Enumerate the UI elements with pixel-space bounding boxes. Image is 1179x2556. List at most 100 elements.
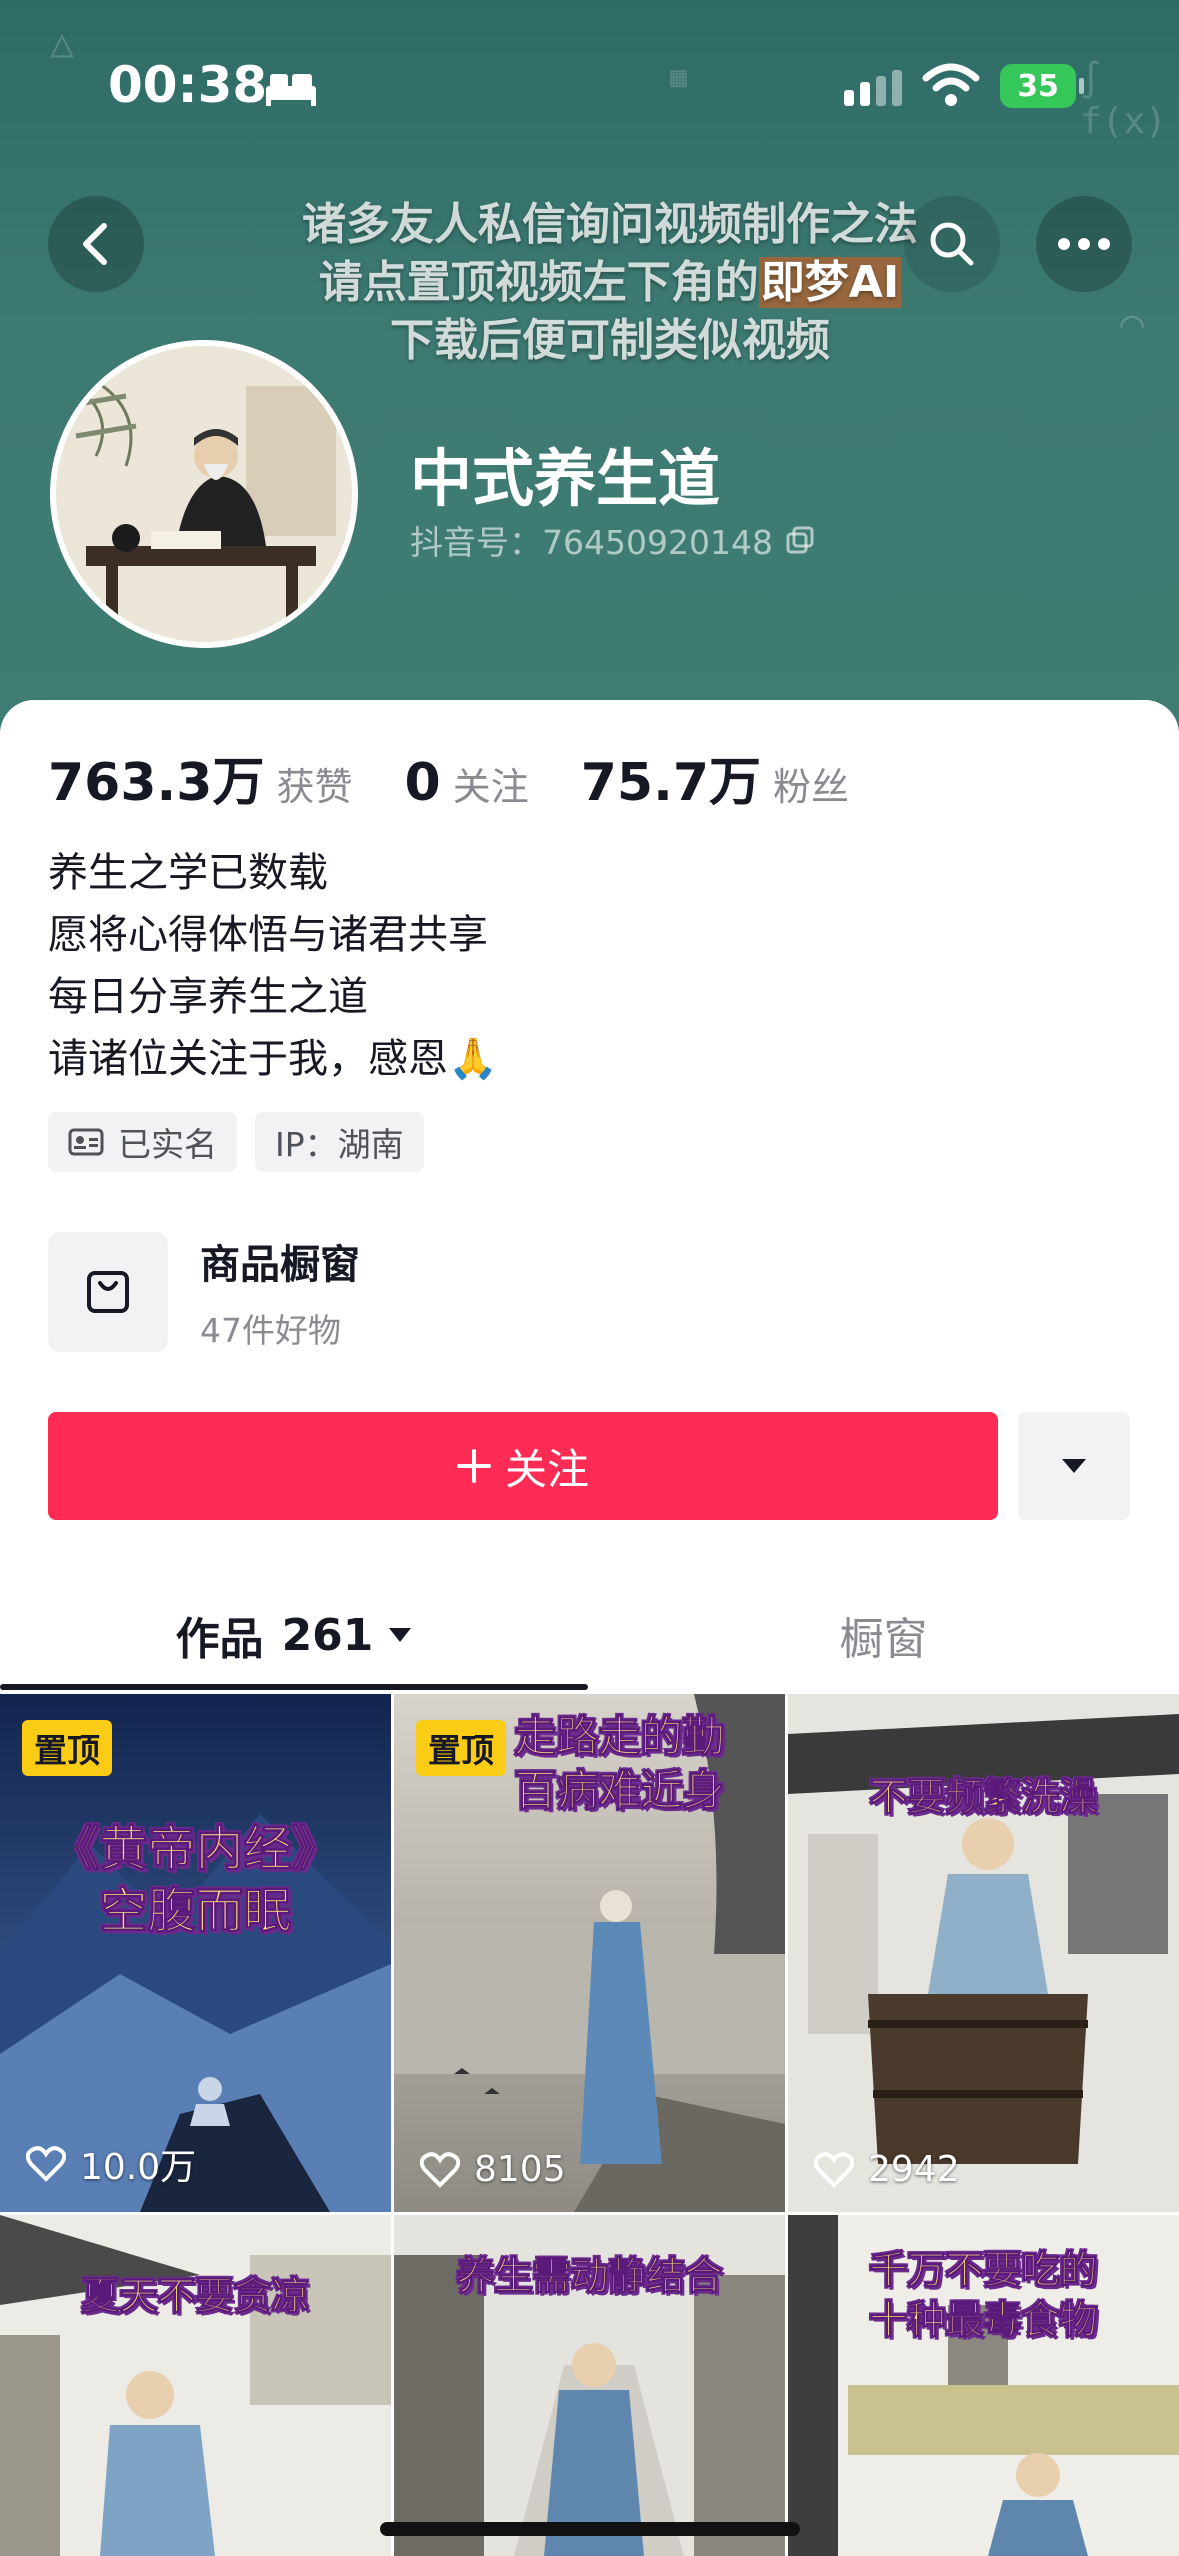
- shopping-bag-icon: [87, 1271, 129, 1313]
- stat-value: 763.3万: [48, 753, 265, 813]
- chevron-left-icon: [83, 223, 107, 265]
- status-time: 00:38: [108, 56, 268, 114]
- verified-tag[interactable]: 已实名: [48, 1112, 237, 1172]
- status-bar: 00:38 35: [0, 0, 1179, 170]
- content-tabs: 作品 261 橱窗: [0, 1580, 1179, 1690]
- home-indicator[interactable]: [380, 2522, 800, 2536]
- search-icon: [930, 222, 974, 266]
- stat-likes[interactable]: 763.3万 获赞: [48, 740, 353, 815]
- decorative-doodle: ⌒: [1120, 300, 1145, 346]
- profile-tags: 已实名 IP：湖南: [48, 1112, 424, 1172]
- video-thumbnail[interactable]: 夏天不要贪凉: [0, 2215, 391, 2556]
- caption-line: 千万不要吃的: [869, 2248, 1098, 2293]
- battery-icon: 35: [1000, 64, 1084, 108]
- bio-line: 每日分享养生之道: [48, 974, 368, 1020]
- search-button[interactable]: [904, 196, 1000, 292]
- heart-icon: [814, 2151, 854, 2188]
- video-grid: 置顶 《黄帝内经》 空腹而眠 10.0万 置顶 走路走的勤 百病难近身 8105…: [0, 1694, 1179, 2556]
- video-thumbnail[interactable]: 养生需动静结合: [394, 2215, 785, 2556]
- shop-icon-box: [48, 1232, 168, 1352]
- bio-line: 养生之学已数载: [48, 850, 328, 896]
- thumbnail-caption: 不要频繁洗澡: [788, 1772, 1179, 1822]
- stat-value: 0: [404, 753, 441, 813]
- bio-line: 愿将心得体悟与诸君共享: [48, 912, 488, 958]
- pinned-notice-overlay: 诸多友人私信询问视频制作之法 请点置顶视频左下角的即梦AI 下载后便可制类似视频: [230, 196, 990, 370]
- more-options-button[interactable]: [1036, 196, 1132, 292]
- cellular-signal-icon: [844, 70, 902, 106]
- caption-line: 空腹而眠: [99, 1883, 292, 1940]
- stat-label: 粉丝: [773, 765, 850, 809]
- shop-text: 商品橱窗 47件好物: [200, 1232, 360, 1352]
- more-actions-dropdown[interactable]: [1018, 1412, 1130, 1520]
- stat-label: 关注: [452, 765, 529, 809]
- pinned-badge: 置顶: [22, 1720, 112, 1776]
- ip-location-label: IP：湖南: [275, 1125, 404, 1164]
- shop-title: 商品橱窗: [200, 1242, 360, 1288]
- heart-icon: [26, 2146, 66, 2182]
- avatar[interactable]: [50, 340, 358, 648]
- thumbnail-caption: 夏天不要贪凉: [0, 2271, 391, 2321]
- tab-shop-window[interactable]: 橱窗: [589, 1580, 1178, 1690]
- caption-line: 夏天不要贪凉: [81, 2274, 310, 2319]
- caption-line: 百病难近身: [514, 1766, 725, 1816]
- caret-down-icon: [1062, 1459, 1086, 1473]
- shop-window-entry[interactable]: 商品橱窗 47件好物: [48, 1232, 1128, 1352]
- copy-icon[interactable]: [785, 525, 815, 555]
- caption-line: 走路走的勤: [514, 1712, 725, 1762]
- verified-tag-label: 已实名: [118, 1125, 217, 1164]
- notice-line-3: 下载后便可制类似视频: [390, 315, 830, 366]
- notice-line-1: 诸多友人私信询问视频制作之法: [302, 199, 918, 250]
- tab-works-count: 261: [281, 1609, 374, 1661]
- back-button[interactable]: [48, 196, 144, 292]
- like-count: 2942: [814, 2149, 960, 2190]
- thumbnail-caption: 千万不要吃的 十种最毒食物: [788, 2245, 1179, 2345]
- caption-line: 养生需动静结合: [456, 2254, 723, 2299]
- thumbnail-caption: 走路走的勤 百病难近身: [394, 1710, 785, 1818]
- profile-header: △ ∫ f(x) ▦ ⌒ 00:38 35 诸多友人私信询问视频制作之法 请点置…: [0, 0, 1179, 730]
- video-thumbnail[interactable]: 千万不要吃的 十种最毒食物: [788, 2215, 1179, 2556]
- caption-line: 《黄帝内经》: [51, 1821, 340, 1878]
- active-tab-indicator: [0, 1684, 588, 1690]
- heart-icon: [420, 2151, 460, 2188]
- video-thumbnail[interactable]: 不要频繁洗澡 2942: [788, 1694, 1179, 2212]
- like-count: 10.0万: [26, 2138, 196, 2190]
- plus-icon: [456, 1449, 491, 1483]
- like-count-value: 2942: [868, 2149, 960, 2190]
- douyin-id[interactable]: 抖音号：76450920148: [410, 516, 815, 564]
- caption-line: 不要频繁洗澡: [869, 1775, 1098, 1820]
- notice-highlight: 即梦AI: [758, 257, 902, 308]
- video-thumbnail[interactable]: 置顶 《黄帝内经》 空腹而眠 10.0万: [0, 1694, 391, 2212]
- stat-following[interactable]: 0 关注: [405, 753, 529, 813]
- wifi-icon: [922, 63, 980, 106]
- thumbnail-caption: 养生需动静结合: [394, 2251, 785, 2301]
- like-count: 8105: [420, 2149, 566, 2190]
- thumbnail-image: [0, 2215, 391, 2556]
- like-count-value: 10.0万: [80, 2147, 197, 2188]
- follow-button[interactable]: 关注: [48, 1412, 998, 1520]
- battery-level: 35: [1017, 68, 1059, 104]
- tab-works[interactable]: 作品 261: [0, 1580, 589, 1690]
- profile-bio: 养生之学已数载 愿将心得体悟与诸君共享 每日分享养生之道 请诸位关注于我，感恩🙏: [48, 842, 498, 1090]
- stat-value: 75.7万: [580, 753, 762, 813]
- caret-down-icon: [389, 1628, 412, 1642]
- caption-line: 十种最毒食物: [869, 2298, 1098, 2343]
- douyin-id-text: 抖音号：76450920148: [410, 523, 773, 562]
- more-dots-icon: [1058, 238, 1110, 250]
- thumbnail-caption: 《黄帝内经》 空腹而眠: [0, 1818, 391, 1942]
- profile-stats: 763.3万 获赞 0 关注 75.7万 粉丝: [48, 740, 901, 815]
- shop-subtitle: 47件好物: [200, 1311, 341, 1350]
- avatar-scholar-illustration: [56, 346, 352, 642]
- id-card-icon: [68, 1128, 104, 1156]
- ip-location-tag: IP：湖南: [255, 1112, 424, 1172]
- sleep-focus-icon: [266, 74, 316, 106]
- profile-name: 中式养生道: [410, 442, 721, 515]
- follow-button-label: 关注: [504, 1444, 589, 1494]
- video-thumbnail[interactable]: 置顶 走路走的勤 百病难近身 8105: [394, 1694, 785, 2212]
- stat-followers[interactable]: 75.7万 粉丝: [581, 740, 849, 815]
- bio-line: 请诸位关注于我，感恩🙏: [48, 1036, 498, 1082]
- stat-label: 获赞: [276, 765, 353, 809]
- tab-works-label: 作品: [175, 1614, 264, 1665]
- notice-line-2: 请点置顶视频左下角的即梦AI: [318, 257, 902, 308]
- like-count-value: 8105: [474, 2149, 566, 2190]
- tab-window-label: 橱窗: [839, 1614, 928, 1665]
